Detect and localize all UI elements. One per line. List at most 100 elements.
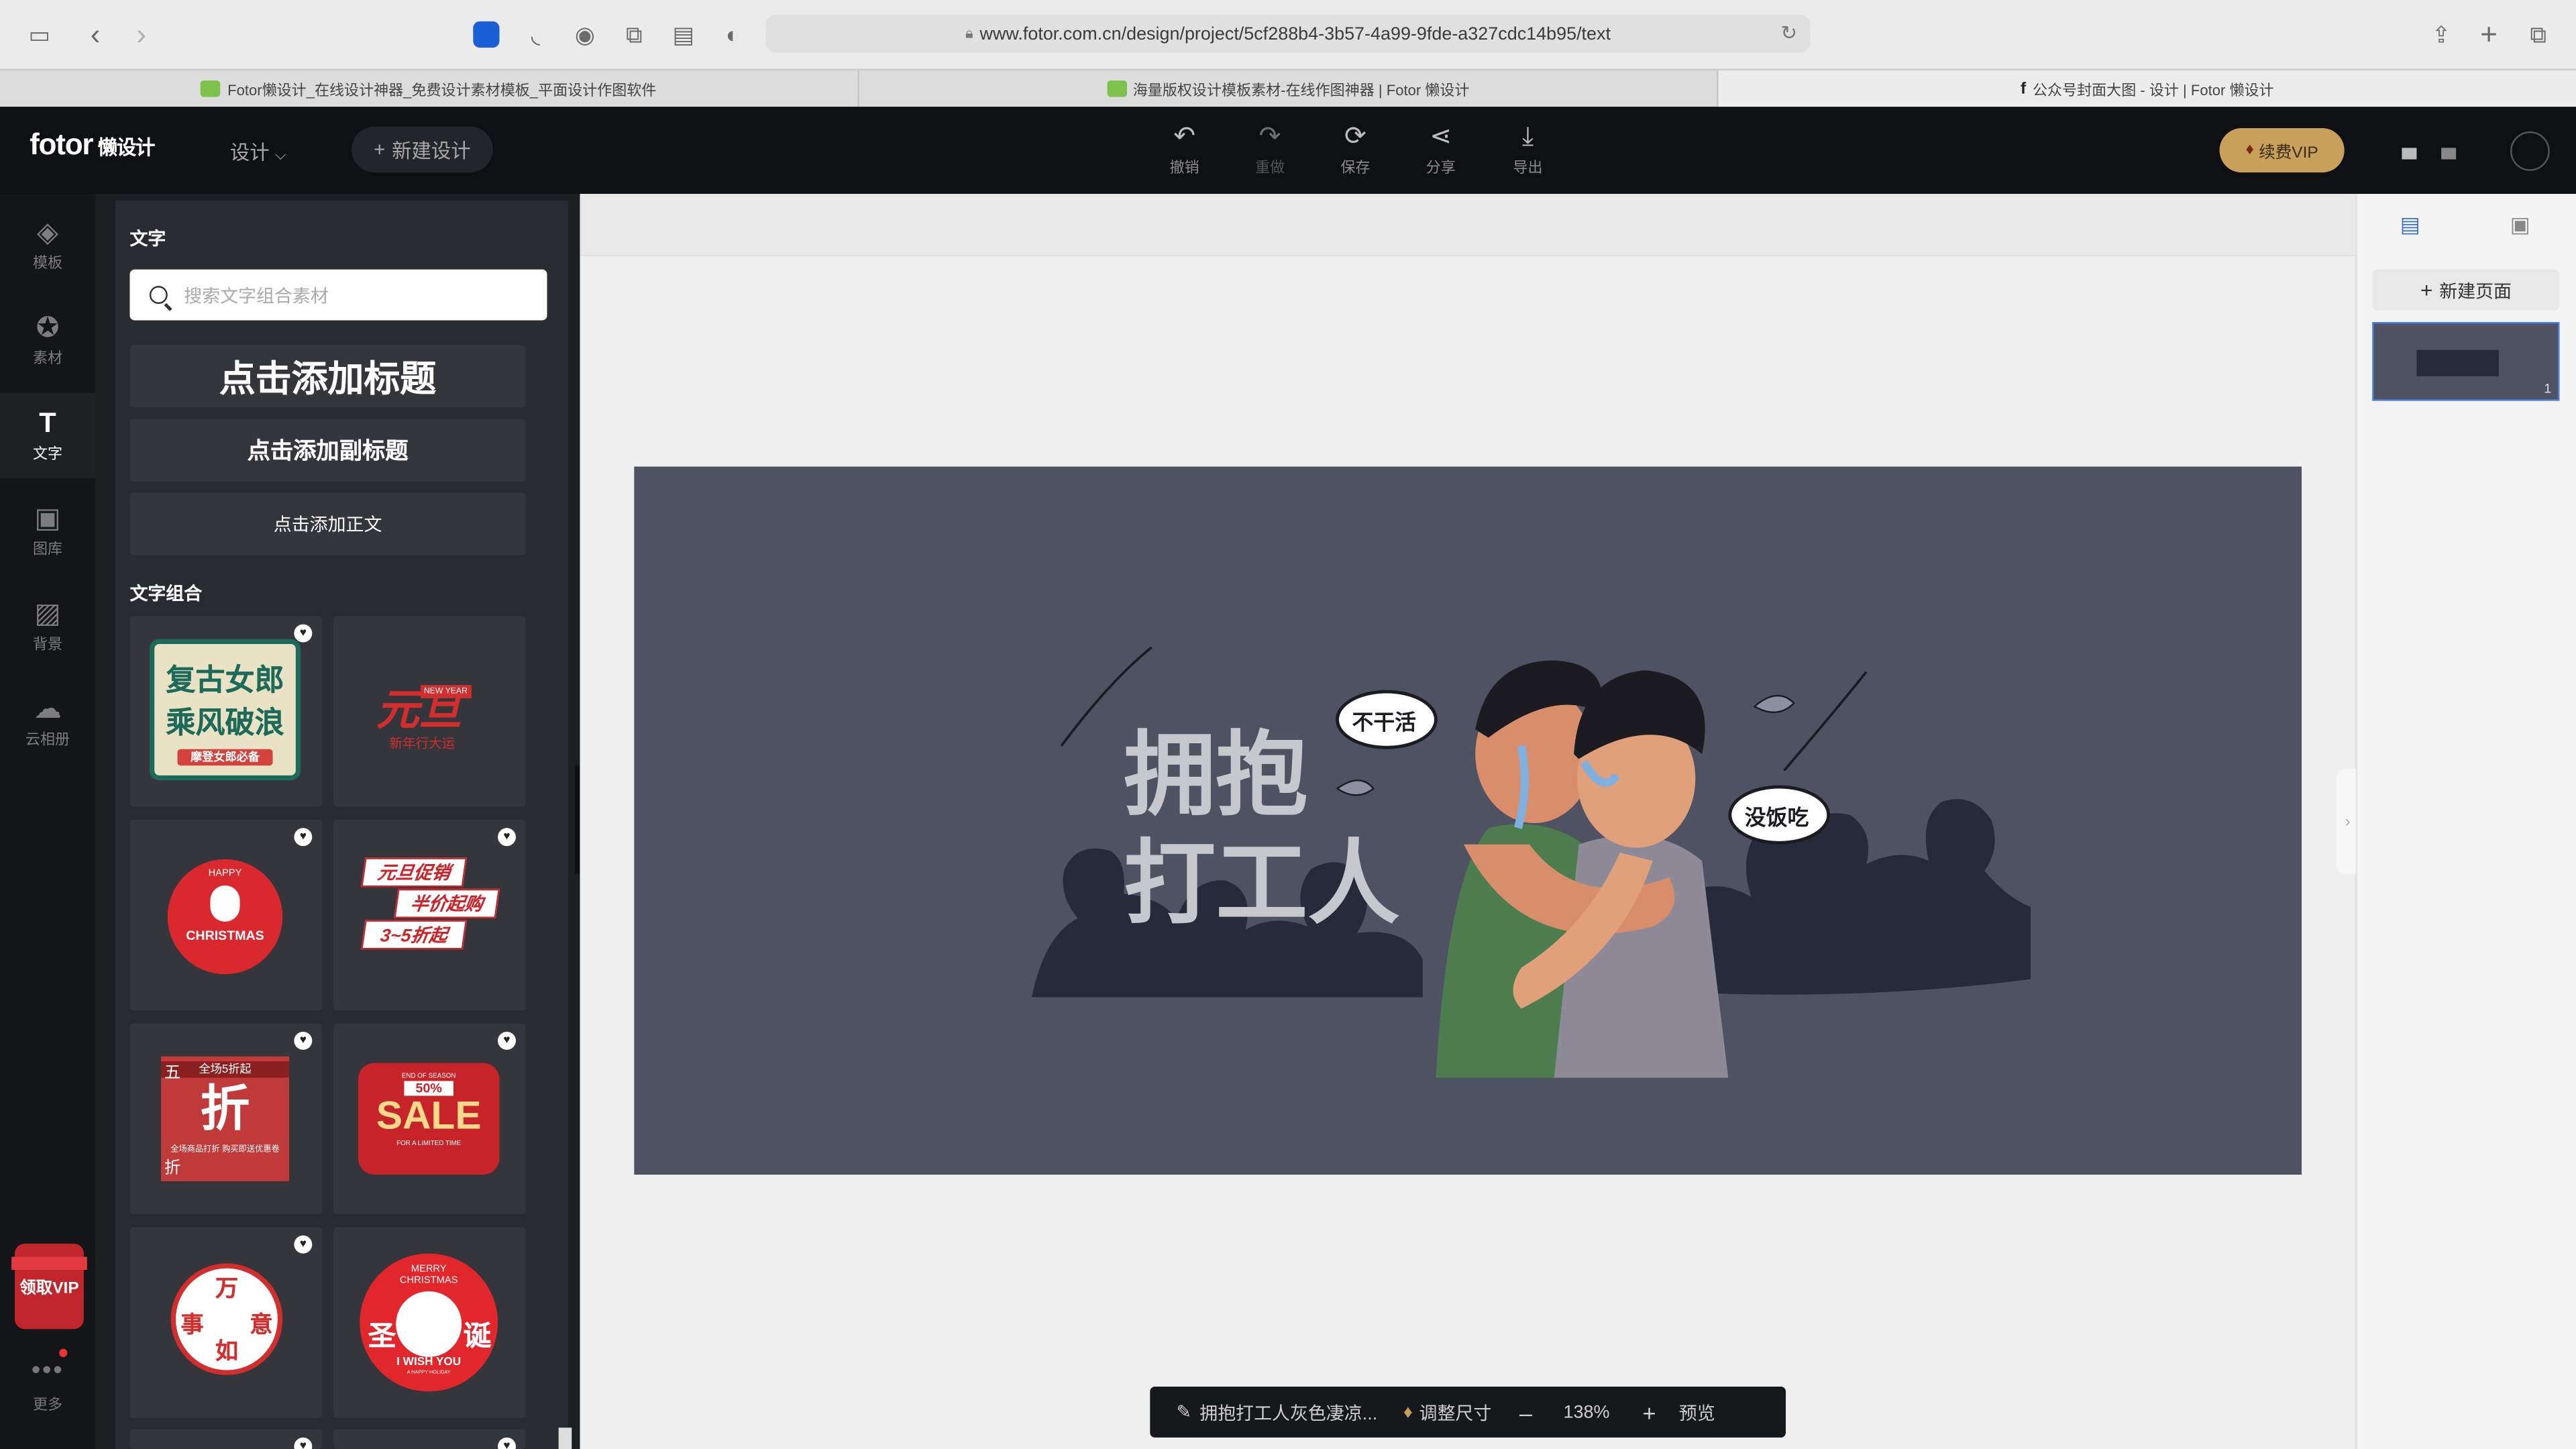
add-title-button[interactable]: 点击添加标题 — [129, 345, 526, 408]
reload-icon[interactable]: ↻ — [1781, 21, 1798, 44]
rail-label: 图库 — [32, 540, 63, 557]
combo-art: 全场5折起 折 全场商品打折 购买即送优惠卷 五 折 — [161, 1056, 290, 1181]
rss-icon[interactable]: ◟ — [523, 21, 549, 48]
new-tab-icon[interactable]: + — [2476, 19, 2502, 49]
redo-button[interactable]: ↷ 重做 — [1245, 121, 1294, 177]
text-combo-newyear[interactable]: 元旦 NEW YEAR 新年行大运 — [333, 616, 526, 807]
browser-tab-1[interactable]: Fotor懒设计_在线设计神器_免费设计素材模板_平面设计作图软件 — [0, 70, 859, 107]
combo-corner2: 折 — [164, 1159, 181, 1178]
extension-screen-icon[interactable]: ▤ — [670, 21, 696, 48]
address-bar[interactable]: 🔒︎ www.fotor.com.cn/design/project/5cf28… — [765, 15, 1811, 53]
chevron-right-icon: › — [2345, 812, 2351, 830]
team-icon-2[interactable] — [2441, 148, 2457, 160]
vip-badge-icon: ♥ — [498, 828, 516, 847]
zoom-out-button[interactable]: – — [1519, 1399, 1532, 1425]
bubble-text-1[interactable]: 不干活 — [1352, 710, 1417, 734]
vip-label: 续费VIP — [2259, 144, 2318, 163]
new-design-button[interactable]: + 新建设计 — [352, 126, 493, 173]
add-subtitle-label: 点击添加副标题 — [247, 437, 409, 464]
rail-item-cloud[interactable]: ☁︎ 云相册 — [0, 678, 95, 763]
rail-label: 素材 — [32, 350, 63, 367]
combo-art: MERRY CHRISTMAS 圣 诞 I WISH YOU A HAPPY H… — [360, 1253, 498, 1392]
share-icon: ⋖ — [1430, 123, 1452, 152]
vip-badge-icon: ♥ — [294, 1031, 313, 1050]
combo-art: 复古女郎 乘风破浪 摩登女郎必备 — [149, 639, 301, 781]
canvas-toolbar — [580, 193, 2356, 257]
vip-badge-icon: ♥ — [498, 1031, 516, 1050]
search-input[interactable]: 搜索文字组合素材 — [129, 269, 547, 321]
save-button[interactable]: ⟳ 保存 — [1331, 121, 1380, 177]
browser-tab-2[interactable]: 海量版权设计模板素材-在线作图神器 | Fotor 懒设计 — [859, 70, 1719, 107]
app-root: ▭ ‹ › ◟ ◉ ⧉ ▤ ◐ 🔒︎ www.fotor.com.cn/desi… — [0, 0, 2576, 1449]
text-combo-merry[interactable]: MERRY CHRISTMAS 圣 诞 I WISH YOU A HAPPY H… — [333, 1227, 526, 1418]
page-thumbnail[interactable]: 1 — [2372, 322, 2560, 401]
headline-line2[interactable]: 打工人 — [1124, 833, 1399, 935]
rail-item-gallery[interactable]: ▣ 图库 — [0, 488, 95, 573]
undo-button[interactable]: ↶ 撤销 — [1160, 121, 1209, 177]
layers-icon: ◈ — [36, 217, 59, 248]
more-button[interactable]: ••• 更多 — [0, 1357, 95, 1415]
share-browser-icon[interactable]: ⇪ — [2428, 21, 2455, 48]
illustration: 拥抱 打工人 不干活 没饭吃 — [1031, 646, 2031, 1078]
panel-scrollbar[interactable] — [558, 1428, 572, 1449]
combo-char-2: 事 — [180, 1311, 204, 1338]
text-combo-sale[interactable]: END OF SEASON 50% SALE FOR A LIMITED TIM… — [333, 1023, 526, 1214]
vip-badge-icon: ♥ — [294, 1235, 313, 1254]
renew-vip-button[interactable]: ♦ 续费VIP — [2219, 128, 2345, 173]
design-name[interactable]: 拥抱打工人灰色凄凉... — [1199, 1399, 1383, 1425]
text-combo-next[interactable]: ♥ — [129, 1429, 323, 1449]
add-title-label: 点击添加标题 — [219, 358, 437, 400]
text-combo-discount[interactable]: 全场5折起 折 全场商品打折 购买即送优惠卷 五 折 ♥ — [129, 1023, 323, 1214]
zoom-in-button[interactable]: + — [1642, 1399, 1656, 1425]
text-combo-christmas[interactable]: HAPPY CHRISTMAS ♥ — [129, 820, 323, 1011]
logo-text: fotor — [30, 128, 93, 162]
extension-eye-icon[interactable]: ◉ — [572, 21, 598, 48]
extension-grid-icon[interactable]: ⧉ — [621, 21, 647, 48]
browser-tab-3[interactable]: f 公众号封面大图 - 设计 | Fotor 懒设计 — [1718, 70, 2576, 107]
add-body-button[interactable]: 点击添加正文 — [129, 492, 526, 555]
gift-label: 领取VIP — [19, 1279, 79, 1298]
plus-icon: + — [2420, 277, 2433, 303]
preview-button[interactable]: 预览 — [1679, 1399, 1715, 1425]
tab-overview-icon[interactable]: ⧉ — [2525, 21, 2551, 48]
page-number: 1 — [2544, 381, 2552, 396]
fotor-logo[interactable]: fotor 懒设计 — [30, 128, 155, 162]
get-vip-gift-button[interactable]: 领取VIP — [11, 1243, 87, 1330]
star-icon: ✪ — [36, 312, 60, 343]
team-icon[interactable] — [2402, 148, 2417, 160]
santa-icon — [396, 1291, 462, 1357]
rail-item-text[interactable]: T 文字 — [0, 392, 96, 478]
vip-badge-icon: ♥ — [294, 1437, 313, 1449]
rail-item-background[interactable]: ▨ 背景 — [0, 583, 95, 668]
combo-char-4: 意 — [250, 1311, 273, 1338]
text-combo-wanshi[interactable]: 万 事 意 如 ♥ — [129, 1227, 323, 1418]
bubble-text-2[interactable]: 没饭吃 — [1745, 805, 1809, 829]
privacy-shield-icon[interactable]: ◐ — [720, 21, 746, 48]
sidebar-toggle-icon[interactable]: ▭ — [26, 21, 52, 48]
save-icon: ⟳ — [1344, 123, 1366, 152]
add-subtitle-button[interactable]: 点击添加副标题 — [129, 419, 526, 482]
resize-button[interactable]: 调整尺寸 — [1419, 1399, 1492, 1425]
share-button[interactable]: ⋖ 分享 — [1416, 121, 1465, 177]
new-page-label: 新建页面 — [2439, 282, 2512, 302]
text-combo-promo[interactable]: 元旦促销 半价起购 3~5折起 ♥ — [333, 820, 526, 1011]
headline-line1[interactable]: 拥抱 — [1124, 724, 1307, 826]
fotor-favicon-icon — [1106, 80, 1126, 97]
avatar[interactable] — [2510, 131, 2550, 171]
extension-icon[interactable] — [473, 21, 500, 48]
back-icon[interactable]: ‹ — [82, 19, 108, 49]
combo-line3: 3~5折起 — [361, 920, 468, 950]
forward-icon[interactable]: › — [128, 19, 154, 49]
artboard[interactable]: 拥抱 打工人 不干活 没饭吃 — [634, 466, 2302, 1175]
text-combo-retro[interactable]: 复古女郎 乘风破浪 摩登女郎必备 ♥ — [129, 616, 323, 807]
new-page-button[interactable]: + 新建页面 — [2372, 269, 2560, 311]
design-menu[interactable]: 设计 ⌵ — [230, 138, 286, 166]
rail-item-material[interactable]: ✪ 素材 — [0, 297, 95, 382]
text-combo-next-2[interactable]: ♥ — [333, 1429, 526, 1449]
export-button[interactable]: ⤓ 导出 — [1503, 121, 1552, 177]
rail-item-template[interactable]: ◈ 模板 — [0, 202, 95, 287]
combo-badge: NEW YEAR — [420, 685, 471, 698]
pages-tab-icon[interactable]: ▤ — [2396, 212, 2425, 241]
combo-right: 诞 — [463, 1320, 492, 1352]
image-tab-icon[interactable]: ▣ — [2506, 212, 2535, 241]
